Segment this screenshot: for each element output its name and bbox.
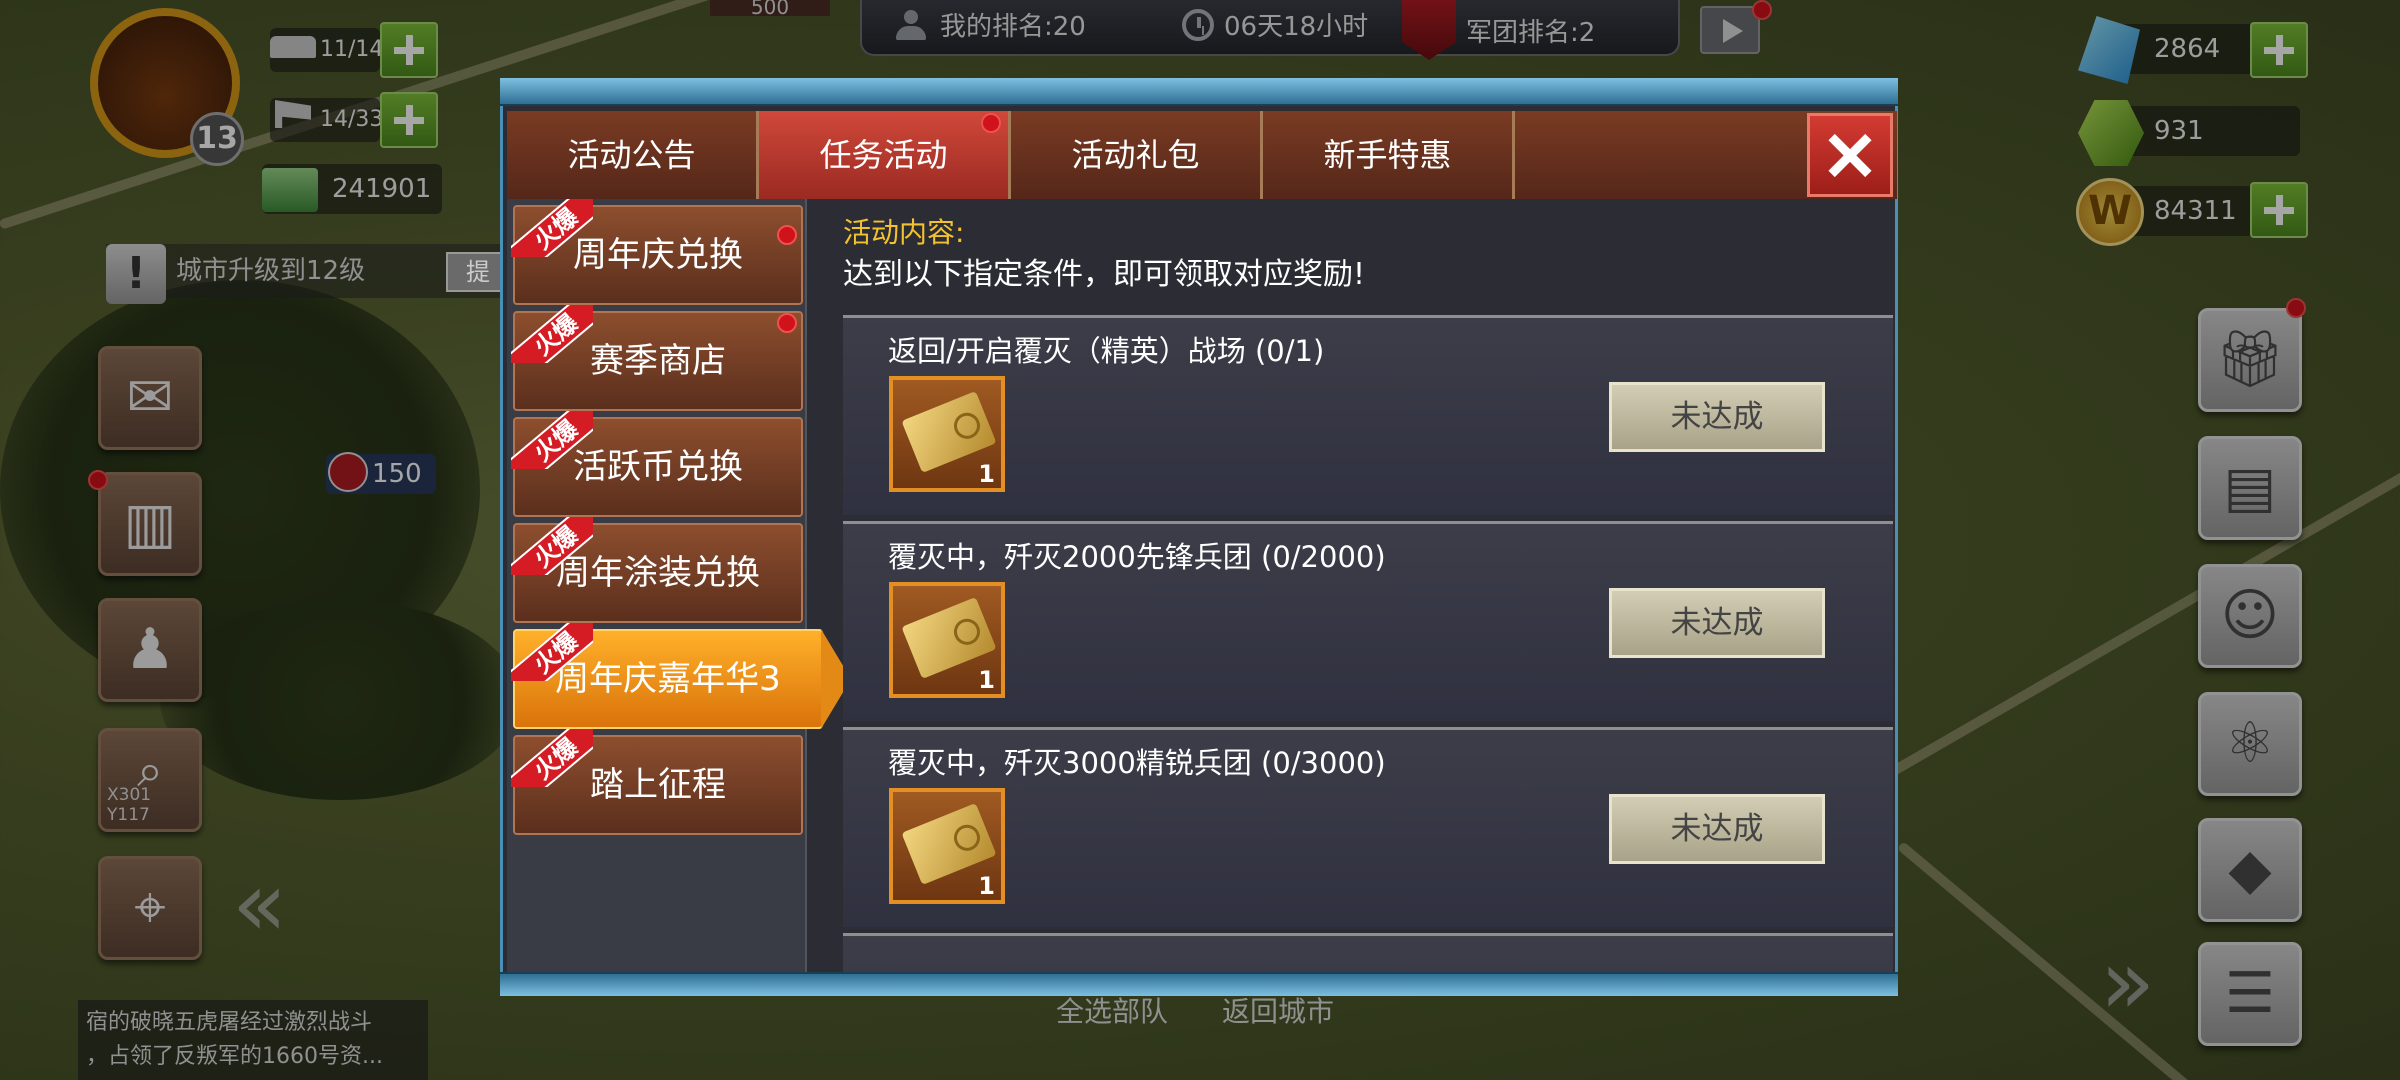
hot-badge-label: 火爆: [511, 623, 593, 681]
reward-quantity: 1: [978, 872, 995, 900]
hot-badge: 火爆: [511, 623, 593, 681]
activity-item-label: 赛季商店: [590, 341, 726, 381]
hot-badge-label: 火爆: [511, 199, 593, 257]
activity-item-label: 踏上征程: [590, 765, 726, 805]
reward-item[interactable]: 1: [889, 582, 1005, 698]
modal-bottom-frame: [500, 972, 1898, 996]
task-row: 返回/开启覆灭（精英）战场 (0/1) 1 未达成: [843, 315, 1893, 515]
notification-dot: [777, 225, 797, 245]
task-title: 覆灭中，歼灭3000精锐兵团 (0/3000): [888, 746, 1386, 780]
hot-badge-label: 火爆: [511, 517, 593, 575]
hot-badge-label: 火爆: [511, 411, 593, 469]
task-title: 覆灭中，歼灭2000先锋兵团 (0/2000): [888, 540, 1386, 574]
activity-list: 火爆 周年庆兑换 火爆 赛季商店 火爆 活跃币兑换 火爆 周年涂装兑换 火爆 周…: [507, 199, 851, 977]
task-row: 覆灭中，歼灭3000精锐兵团 (0/3000) 1 未达成: [843, 727, 1893, 927]
task-status-button[interactable]: 未达成: [1609, 382, 1825, 452]
modal-tabs: 活动公告 任务活动 活动礼包 新手特惠: [507, 111, 1897, 199]
activity-item-anniversary-carnival[interactable]: 火爆 周年庆嘉年华3: [511, 623, 851, 729]
activity-item-label: 活跃币兑换: [573, 447, 743, 487]
hot-badge-label: 火爆: [511, 729, 593, 787]
notification-dot: [777, 313, 797, 333]
close-button[interactable]: [1807, 113, 1893, 197]
tab-newbie-deal[interactable]: 新手特惠: [1263, 111, 1515, 199]
modal-top-frame: [500, 78, 1898, 106]
activity-item-active-coin-exchange[interactable]: 火爆 活跃币兑换: [511, 411, 803, 517]
hot-badge: 火爆: [511, 411, 593, 469]
activity-item-journey[interactable]: 火爆 踏上征程: [511, 729, 803, 835]
hot-badge: 火爆: [511, 199, 593, 257]
activity-item-anniversary-exchange[interactable]: 火爆 周年庆兑换: [511, 199, 803, 305]
notice-submit-button[interactable]: 提交: [446, 252, 506, 292]
tab-label: 新手特惠: [1323, 136, 1452, 174]
reward-quantity: 1: [978, 666, 995, 694]
activity-modal: 活动公告 任务活动 活动礼包 新手特惠 火爆 周年庆兑换 火爆 赛季商店 火爆 …: [500, 78, 1898, 996]
intro-text: 达到以下指定条件，即可领取对应奖励!: [843, 257, 1366, 292]
tab-gift-pack[interactable]: 活动礼包: [1011, 111, 1263, 199]
tab-label: 活动礼包: [1071, 136, 1200, 174]
hot-badge: 火爆: [511, 729, 593, 787]
activity-item-season-shop[interactable]: 火爆 赛季商店: [511, 305, 803, 411]
hot-badge-label: 火爆: [511, 305, 593, 363]
hot-badge: 火爆: [511, 305, 593, 363]
reward-item[interactable]: 1: [889, 376, 1005, 492]
tab-mission-activity[interactable]: 任务活动: [759, 111, 1011, 199]
reward-item[interactable]: 1: [889, 788, 1005, 904]
activity-content: 活动内容: 达到以下指定条件，即可领取对应奖励! 返回/开启覆灭（精英）战场 (…: [823, 199, 1897, 977]
task-status-button[interactable]: 未达成: [1609, 794, 1825, 864]
notification-dot: [981, 113, 1001, 133]
reward-quantity: 1: [978, 460, 995, 488]
task-title: 返回/开启覆灭（精英）战场 (0/1): [888, 334, 1325, 368]
tab-announcement[interactable]: 活动公告: [507, 111, 759, 199]
task-row: 覆灭中，歼灭2000先锋兵团 (0/2000) 1 未达成: [843, 521, 1893, 721]
tab-label: 活动公告: [567, 136, 696, 174]
task-row-partial: [843, 933, 1893, 977]
task-status-button[interactable]: 未达成: [1609, 588, 1825, 658]
tab-label: 任务活动: [819, 136, 948, 174]
intro-title: 活动内容:: [843, 216, 965, 249]
hot-badge: 火爆: [511, 517, 593, 575]
activity-item-anniversary-skin-exchange[interactable]: 火爆 周年涂装兑换: [511, 517, 803, 623]
activity-item-label: 周年庆兑换: [573, 235, 743, 275]
